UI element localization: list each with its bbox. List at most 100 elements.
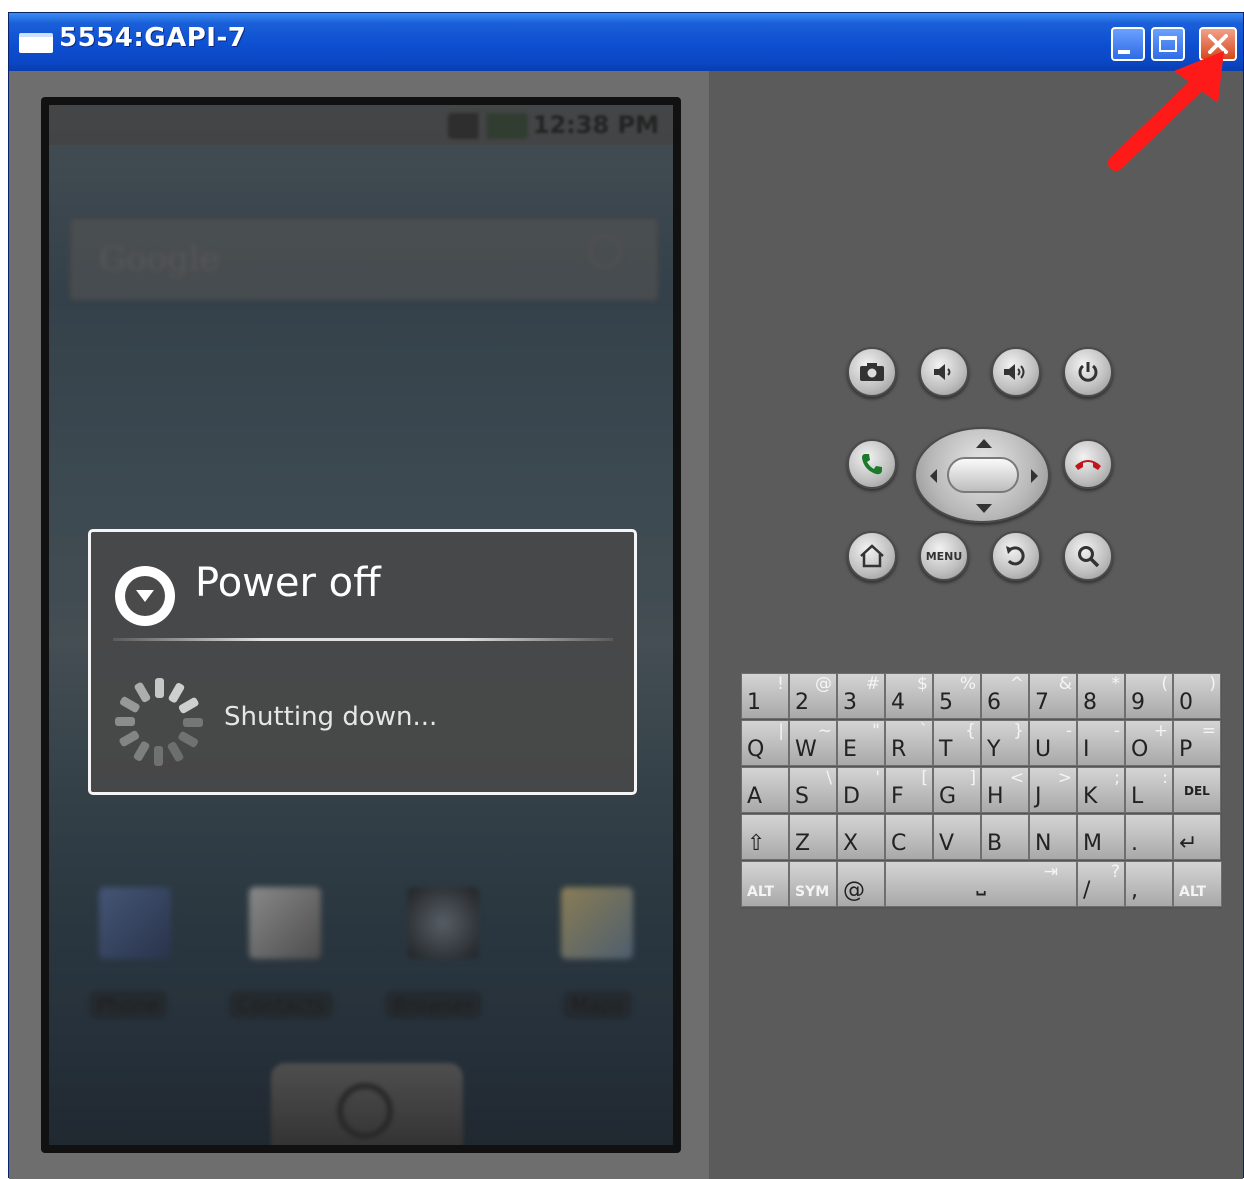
key-5[interactable]: 5% xyxy=(933,673,981,719)
key-alt-label: } xyxy=(1013,721,1024,741)
key-m[interactable]: M xyxy=(1077,814,1125,860)
key-o[interactable]: O + xyxy=(1125,720,1173,766)
title-bar[interactable]: 5554:GAPI-7 xyxy=(9,13,1243,71)
volume-up-icon xyxy=(1004,364,1025,380)
key-del[interactable]: DEL xyxy=(1173,767,1221,813)
key-g[interactable]: G] xyxy=(933,767,981,813)
key-p[interactable]: P = xyxy=(1173,720,1221,766)
key-label: P xyxy=(1179,737,1193,762)
key-t[interactable]: T{ xyxy=(933,720,981,766)
key-label: M xyxy=(1083,831,1102,856)
key-d[interactable]: D ' xyxy=(837,767,885,813)
key-4[interactable]: 4 $ xyxy=(885,673,933,719)
key-alt-label: ! xyxy=(777,674,784,694)
menu-button[interactable]: MENU xyxy=(919,531,969,581)
dpad-up-icon[interactable] xyxy=(976,439,992,448)
key-b[interactable]: B xyxy=(981,814,1029,860)
key-e[interactable]: E " xyxy=(837,720,885,766)
key-space[interactable]: ⎵ ⇥ xyxy=(885,861,1077,907)
power-button[interactable] xyxy=(1063,347,1113,397)
key-3[interactable]: 3 # xyxy=(837,673,885,719)
camera-button[interactable] xyxy=(847,347,897,397)
key-i[interactable]: I- xyxy=(1077,720,1125,766)
dpad-right-icon[interactable] xyxy=(1031,469,1038,483)
key-c[interactable]: C xyxy=(885,814,933,860)
key-9[interactable]: 9( xyxy=(1125,673,1173,719)
search-button[interactable] xyxy=(1063,531,1113,581)
key-label: O xyxy=(1131,737,1149,762)
key-label: 7 xyxy=(1035,690,1049,715)
hardware-keyboard: 1! 2 @3 #4 $5% 6 ^ 7 & 8 * 9(0) Q | W ~ E " R ` T{Y} U - I - O + P =… xyxy=(741,673,1222,909)
key-0[interactable]: 0) xyxy=(1173,673,1221,719)
key-alt-left[interactable]: ALT xyxy=(741,861,789,907)
key-v[interactable]: V xyxy=(933,814,981,860)
key-n[interactable]: N xyxy=(1029,814,1077,860)
key-label: / xyxy=(1083,878,1091,903)
volume-up-button[interactable] xyxy=(991,347,1041,397)
key-alt-label: ( xyxy=(1161,674,1168,694)
key-label: ALT xyxy=(747,884,774,900)
key-alt-label: ; xyxy=(1114,768,1120,788)
key-alt-label: + xyxy=(1153,721,1168,741)
key-label: Z xyxy=(795,831,811,856)
dpad-center-button[interactable] xyxy=(947,457,1019,493)
key-alt-label: | xyxy=(778,721,784,741)
key-alt-label: [ xyxy=(921,768,928,788)
key-1[interactable]: 1! xyxy=(741,673,789,719)
key-slash[interactable]: /? xyxy=(1077,861,1125,907)
key-label: X xyxy=(843,831,859,856)
key-alt-label: \ xyxy=(826,768,832,788)
key-label: DEL xyxy=(1184,784,1210,798)
key-alt-label: > xyxy=(1057,768,1072,788)
key-alt-label: ^ xyxy=(1009,674,1024,694)
power-off-dialog: Power off Shutting down... xyxy=(88,529,637,795)
key-label: C xyxy=(891,831,907,856)
key-label: B xyxy=(987,831,1003,856)
home-button[interactable] xyxy=(847,531,897,581)
key-label: I xyxy=(1083,737,1090,762)
key-label: 0 xyxy=(1179,690,1193,715)
key-label: K xyxy=(1083,784,1098,809)
key-x[interactable]: X xyxy=(837,814,885,860)
key-sym[interactable]: SYM xyxy=(789,861,837,907)
dpad-down-icon[interactable] xyxy=(976,504,992,513)
call-button[interactable] xyxy=(847,439,897,489)
key-label: L xyxy=(1131,784,1144,809)
key-z[interactable]: Z xyxy=(789,814,837,860)
key-period[interactable]: . xyxy=(1125,814,1173,860)
key-alt-label: : xyxy=(1162,768,1168,788)
key-label: D xyxy=(843,784,860,809)
key-u[interactable]: U- xyxy=(1029,720,1077,766)
key-label: N xyxy=(1035,831,1052,856)
volume-down-button[interactable] xyxy=(919,347,969,397)
key-2[interactable]: 2 @ xyxy=(789,673,837,719)
key-7[interactable]: 7 & xyxy=(1029,673,1077,719)
key-j[interactable]: J > xyxy=(1029,767,1077,813)
key-comma[interactable]: , xyxy=(1125,861,1173,907)
key-a[interactable]: A xyxy=(741,767,789,813)
key-y[interactable]: Y} xyxy=(981,720,1029,766)
back-icon xyxy=(1006,546,1025,566)
back-button[interactable] xyxy=(991,531,1041,581)
key-enter[interactable]: ↵ xyxy=(1173,814,1221,860)
dpad-left-icon[interactable] xyxy=(930,469,937,483)
key-alt-right[interactable]: ALT xyxy=(1173,861,1222,907)
key-q[interactable]: Q | xyxy=(741,720,789,766)
key-r[interactable]: R ` xyxy=(885,720,933,766)
end-call-button[interactable] xyxy=(1063,439,1113,489)
key-s[interactable]: S \ xyxy=(789,767,837,813)
dpad[interactable] xyxy=(914,427,1050,523)
key-f[interactable]: F[ xyxy=(885,767,933,813)
key-label: G xyxy=(939,784,957,809)
key-8[interactable]: 8 * xyxy=(1077,673,1125,719)
home-icon xyxy=(860,544,884,568)
key-at[interactable]: @ xyxy=(837,861,885,907)
key-alt-label: $ xyxy=(917,674,928,694)
key-6[interactable]: 6 ^ xyxy=(981,673,1029,719)
key-w[interactable]: W ~ xyxy=(789,720,837,766)
key-l[interactable]: L: xyxy=(1125,767,1173,813)
key-shift[interactable]: ⇧ xyxy=(741,814,789,860)
key-k[interactable]: K; xyxy=(1077,767,1125,813)
key-alt-label: ~ xyxy=(817,721,832,741)
key-h[interactable]: H < xyxy=(981,767,1029,813)
